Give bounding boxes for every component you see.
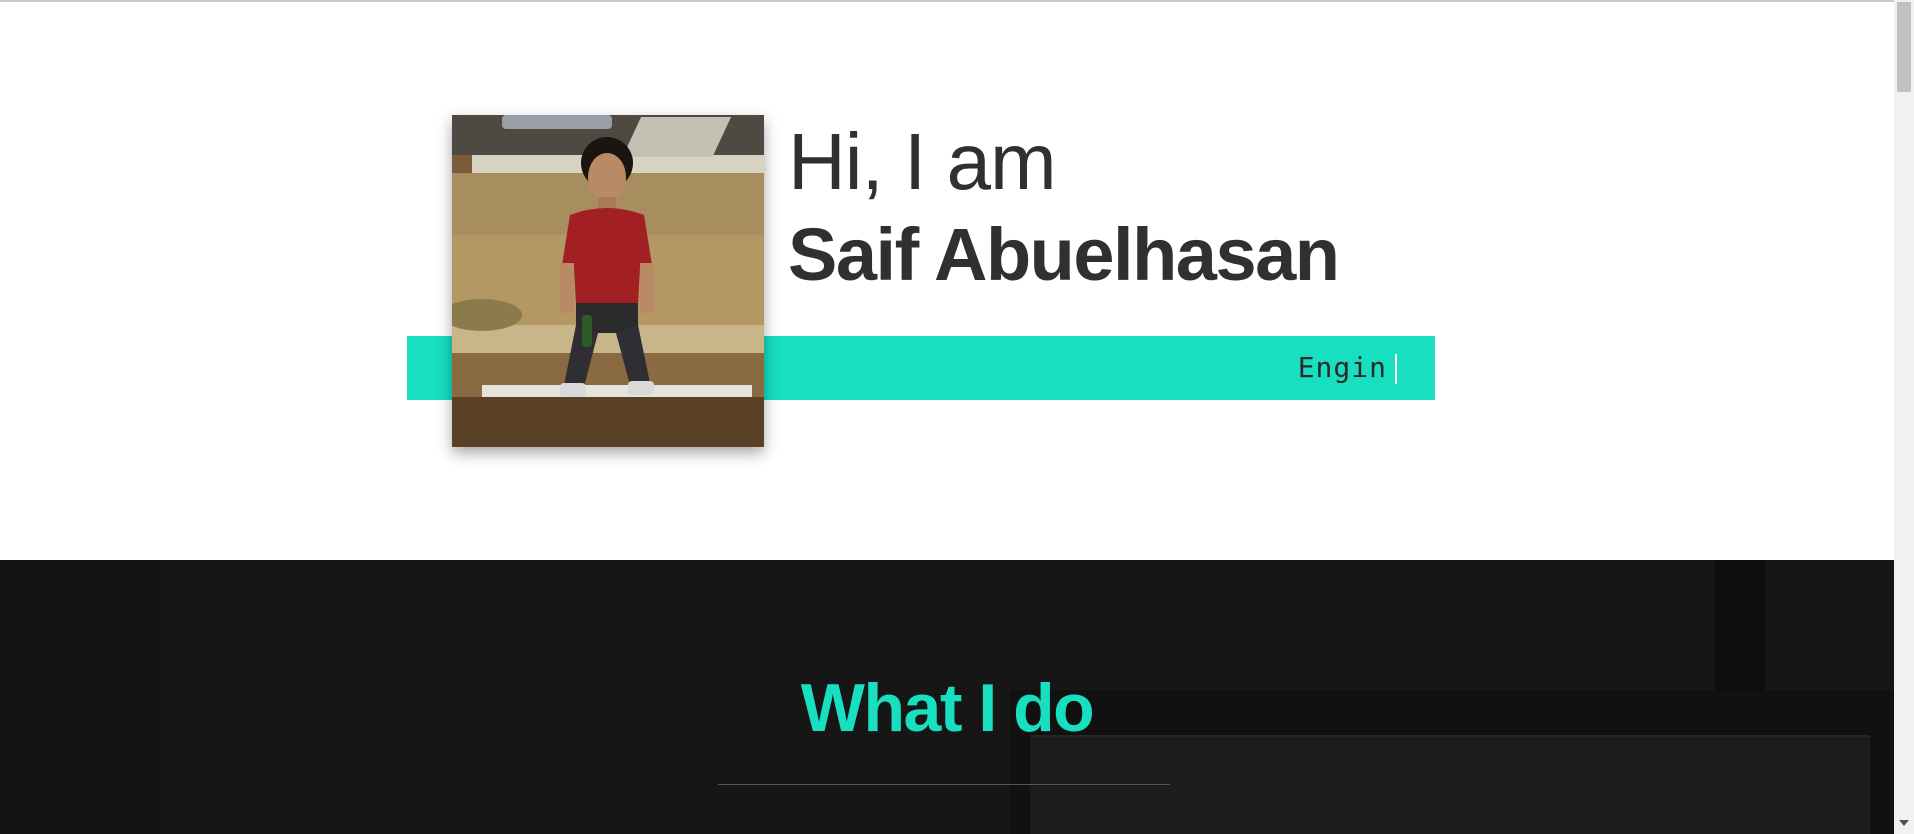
typed-cursor <box>1395 354 1397 384</box>
vertical-scrollbar[interactable] <box>1894 0 1914 834</box>
hero-greeting: Hi, I am <box>788 117 1057 206</box>
scroll-down-arrow-icon[interactable] <box>1899 820 1909 826</box>
section-divider <box>718 784 1170 785</box>
page: Engin Hi, I am Saif Abuelhasan What I do <box>0 0 1914 834</box>
hero-section: Engin Hi, I am Saif Abuelhasan <box>0 2 1894 560</box>
profile-photo-image <box>452 115 764 447</box>
typed-role-text: Engin <box>1297 351 1387 384</box>
hero-name: Saif Abuelhasan <box>788 213 1340 296</box>
profile-photo <box>452 115 764 447</box>
scrollbar-thumb[interactable] <box>1897 2 1911 92</box>
what-i-do-section: What I do <box>0 560 1894 834</box>
section-title: What I do <box>800 670 1095 746</box>
